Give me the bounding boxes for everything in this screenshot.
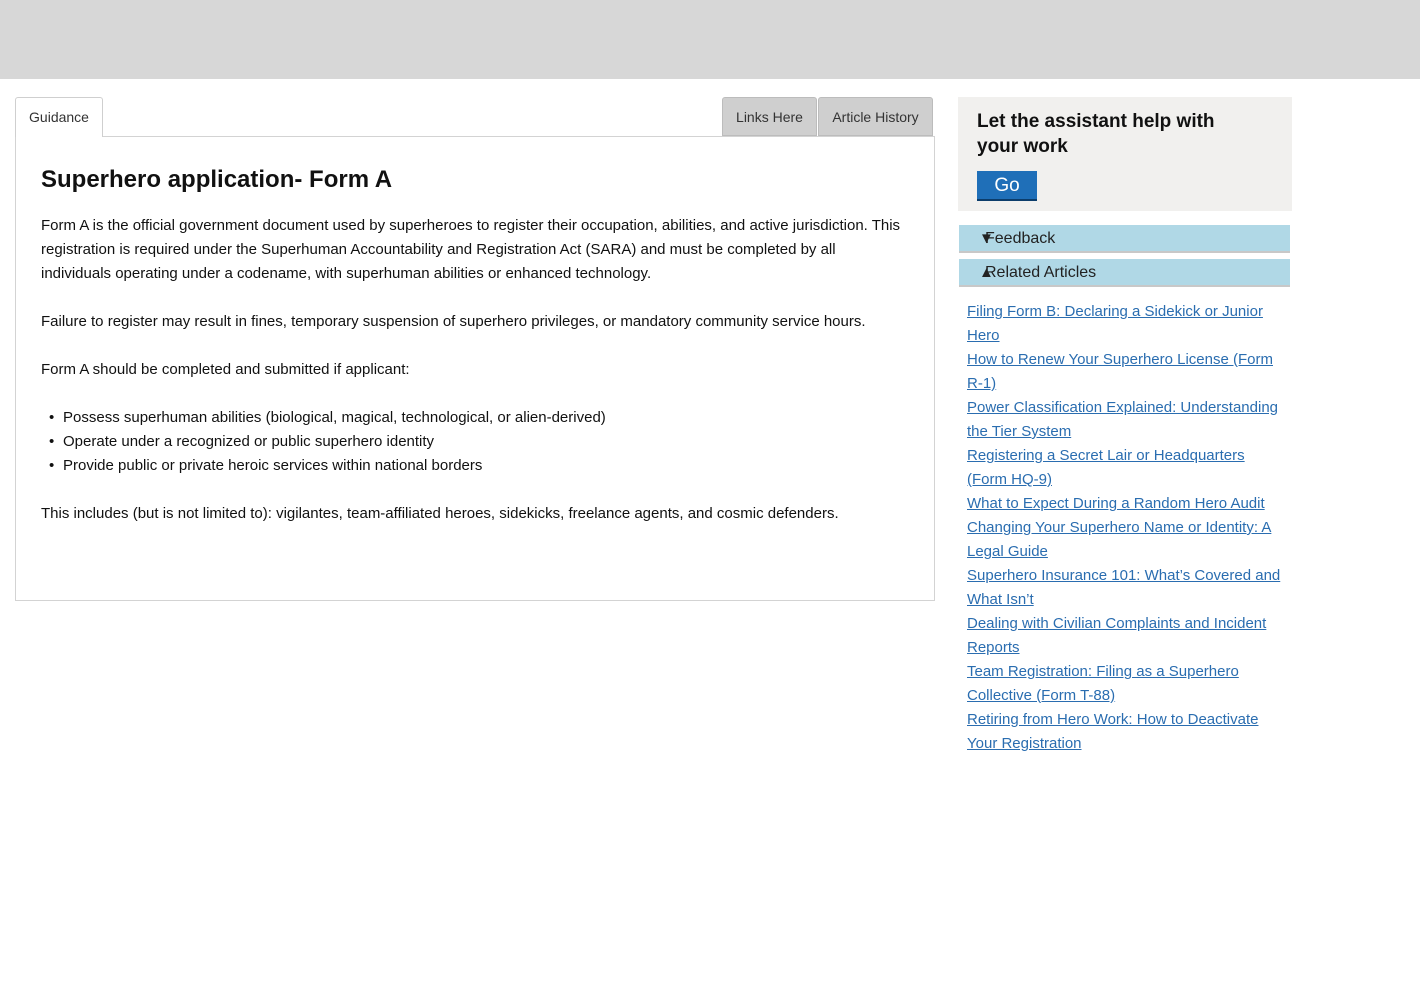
bullet-icon: • <box>49 433 55 450</box>
criteria-list: • Possess superhuman abilities (biologica… <box>41 406 909 478</box>
article-closing: This includes (but is not limited to): v… <box>41 505 839 522</box>
related-article-link[interactable]: Changing Your Superhero Name or Identity… <box>967 519 1271 560</box>
list-item: Superhero Insurance 101: What’s Covered … <box>967 564 1287 612</box>
related-article-link[interactable]: Filing Form B: Declaring a Sidekick or J… <box>967 303 1263 344</box>
list-item: Filing Form B: Declaring a Sidekick or J… <box>967 300 1287 348</box>
list-item-text: Possess superhuman abilities (biological… <box>63 409 606 426</box>
list-item: • Possess superhuman abilities (biologica… <box>41 406 909 430</box>
triangle-down-icon: ▼ <box>979 230 994 247</box>
list-item: Registering a Secret Lair or Headquarter… <box>967 444 1287 492</box>
related-articles-list: Filing Form B: Declaring a Sidekick or J… <box>967 300 1287 756</box>
list-item: Retiring from Hero Work: How to Deactiva… <box>967 708 1287 756</box>
top-banner <box>0 0 1420 79</box>
feedback-accordion[interactable]: ▼Feedback <box>959 225 1290 253</box>
article-title: Superhero application- Form A <box>41 166 393 193</box>
tab-links-here[interactable]: Links Here <box>722 97 817 136</box>
list-item: Dealing with Civilian Complaints and Inc… <box>967 612 1287 660</box>
article-tabs: Guidance Links Here Article History <box>15 97 935 137</box>
list-item: • Provide public or private heroic servic… <box>41 454 909 478</box>
related-article-link[interactable]: Dealing with Civilian Complaints and Inc… <box>967 615 1266 656</box>
related-articles-accordion[interactable]: ▲Related Articles <box>959 259 1290 287</box>
list-item: • Operate under a recognized or public su… <box>41 430 909 454</box>
assistant-box: Let the assistant help with your work Go <box>958 97 1292 211</box>
related-article-link[interactable]: Retiring from Hero Work: How to Deactiva… <box>967 711 1258 752</box>
article-paragraph: Form A is the official government docume… <box>41 217 901 282</box>
list-item: Changing Your Superhero Name or Identity… <box>967 516 1287 564</box>
article-paragraph: Failure to register may result in fines,… <box>41 313 866 330</box>
list-item-text: Provide public or private heroic service… <box>63 457 483 474</box>
article-panel: Superhero application- Form A Form A is … <box>15 136 935 601</box>
list-item: How to Renew Your Superhero License (For… <box>967 348 1287 396</box>
list-item: Team Registration: Filing as a Superhero… <box>967 660 1287 708</box>
go-button[interactable]: Go <box>977 171 1037 201</box>
list-item: What to Expect During a Random Hero Audi… <box>967 492 1287 516</box>
related-article-link[interactable]: Registering a Secret Lair or Headquarter… <box>967 447 1245 488</box>
article-paragraph: Form A should be completed and submitted… <box>41 361 410 378</box>
related-article-link[interactable]: What to Expect During a Random Hero Audi… <box>967 495 1265 512</box>
bullet-icon: • <box>49 409 55 426</box>
tab-article-history[interactable]: Article History <box>818 97 933 136</box>
list-item-text: Operate under a recognized or public sup… <box>63 433 435 450</box>
feedback-label: Feedback <box>985 230 1056 247</box>
related-article-link[interactable]: Superhero Insurance 101: What’s Covered … <box>967 567 1280 608</box>
related-article-link[interactable]: Team Registration: Filing as a Superhero… <box>967 663 1239 704</box>
list-item: Power Classification Explained: Understa… <box>967 396 1287 444</box>
triangle-up-icon: ▲ <box>979 264 994 281</box>
related-articles-label: Related Articles <box>985 264 1097 281</box>
assistant-prompt: Let the assistant help with your work <box>977 111 1215 157</box>
bullet-icon: • <box>49 457 55 474</box>
related-article-link[interactable]: Power Classification Explained: Understa… <box>967 399 1278 440</box>
related-article-link[interactable]: How to Renew Your Superhero License (For… <box>967 351 1273 392</box>
tab-guidance[interactable]: Guidance <box>15 97 103 137</box>
